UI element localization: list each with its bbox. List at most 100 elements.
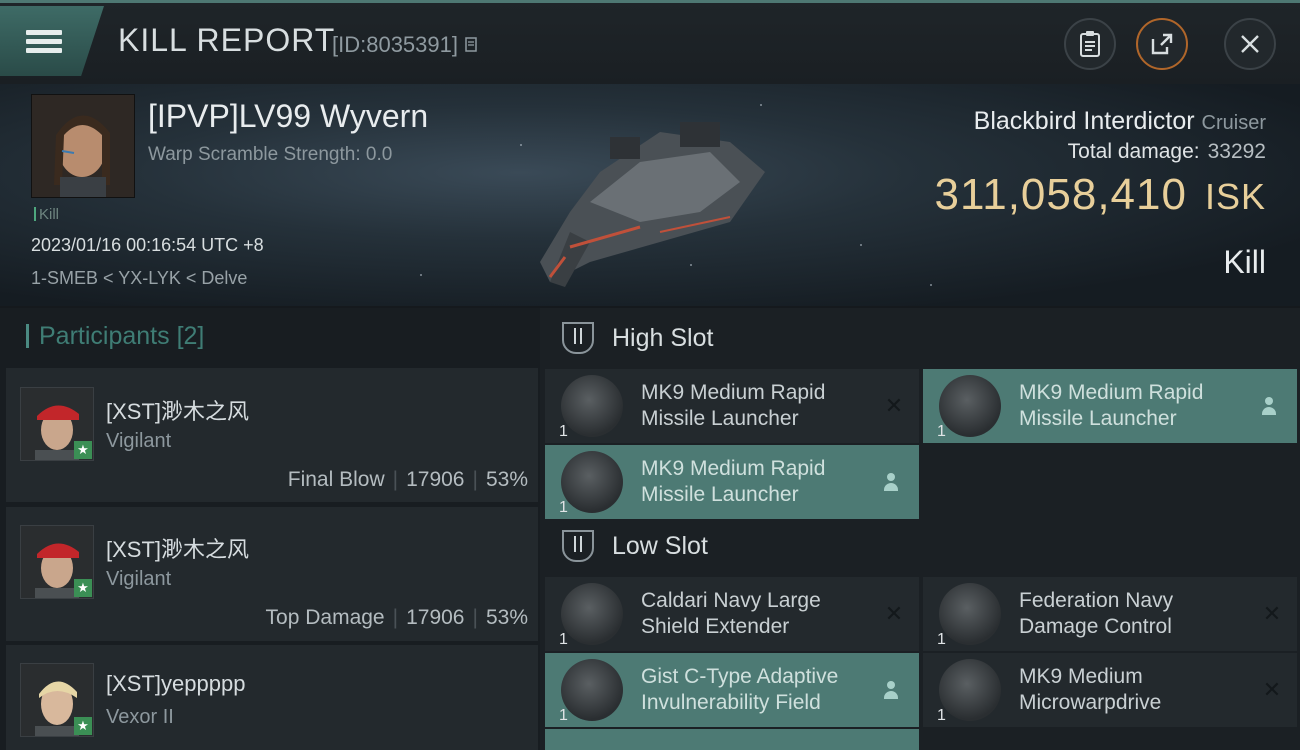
isk-value: 311,058,410 ISK (935, 170, 1266, 220)
share-button[interactable] (1136, 18, 1188, 70)
kill-tag: Kill (34, 206, 59, 223)
clipboard-button[interactable] (1064, 18, 1116, 70)
participant-stats: Top Damage | 17906 | 53% (265, 606, 528, 629)
victim-ship[interactable]: Blackbird Interdictor Cruiser (974, 107, 1266, 136)
missile-launcher-icon: 1 (559, 451, 623, 516)
participants-label: Participants (39, 322, 170, 350)
stat-damage: 17906 (406, 606, 465, 629)
stat-percent: 53% (485, 468, 528, 491)
stat-label: Final Blow (287, 468, 385, 491)
participant-name[interactable]: [XST]渺木之风 (106, 394, 249, 426)
total-damage: Total damage: 33292 (1068, 140, 1266, 164)
participant-avatar[interactable]: ★ (20, 387, 94, 461)
kill-id-text: [ID:8035391] (332, 32, 458, 57)
item-name-line1: MK9 Medium (1019, 665, 1143, 688)
item-name-line1: MK9 Medium Rapid (1019, 381, 1204, 404)
item-quantity: 1 (937, 423, 946, 440)
star-badge-icon: ★ (74, 441, 92, 459)
menu-icon (26, 26, 62, 57)
high-slot-header: High Slot (562, 322, 713, 354)
destroyed-icon: ✕ (884, 601, 904, 626)
item-name-line2: Invulnerability Field (641, 691, 821, 714)
participant-ship: Vigilant (106, 568, 172, 590)
ship-class: Cruiser (1201, 112, 1266, 134)
item-name-line1: MK9 Medium Rapid (641, 381, 826, 404)
item-name-line2: Damage Control (1019, 615, 1172, 638)
kill-id[interactable]: [ID:8035391] (332, 32, 480, 58)
total-damage-label: Total damage: (1067, 140, 1200, 163)
copy-icon[interactable] (464, 36, 480, 54)
fitting-item[interactable]: 1 Federation Navy Damage Control ✕ (923, 577, 1297, 651)
fitting-item[interactable]: 1 MK9 Medium Rapid Missile Launcher (545, 445, 919, 519)
item-name-line2: Missile Launcher (1019, 407, 1177, 430)
ship-name-text: Blackbird Interdictor (973, 107, 1195, 135)
participant-ship: Vigilant (106, 430, 172, 452)
victim-name[interactable]: [IPVP]LV99 Wyvern (148, 98, 428, 135)
isk-amount: 311,058,410 (934, 170, 1187, 219)
participant-name[interactable]: [XST]yeppppp (106, 671, 245, 697)
kill-datetime: 2023/01/16 00:16:54 UTC +8 (31, 235, 264, 255)
item-name-line2: Missile Launcher (641, 483, 799, 506)
fitting-item-partial[interactable] (545, 729, 919, 750)
fitting-item[interactable]: 1 Gist C-Type Adaptive Invulnerability Fi… (545, 653, 919, 727)
ship-render (540, 122, 765, 287)
isk-unit: ISK (1204, 176, 1266, 217)
item-quantity: 1 (937, 707, 946, 724)
destroyed-icon: ✕ (1262, 677, 1282, 702)
dropped-person-icon (883, 473, 899, 491)
destroyed-icon: ✕ (1262, 601, 1282, 626)
victim-portrait[interactable] (31, 94, 135, 198)
low-slot-header: Low Slot (562, 530, 708, 562)
page-title: KILL REPORT (118, 22, 336, 58)
item-name-line1: Federation Navy (1019, 589, 1174, 612)
kill-result: Kill (1223, 244, 1266, 280)
warp-scramble-strength: Warp Scramble Strength: 0.0 (148, 144, 393, 165)
item-name-line1: MK9 Medium Rapid (641, 457, 826, 480)
invulnerability-field-icon: 1 (559, 659, 623, 724)
participant-avatar[interactable]: ★ (20, 663, 94, 737)
kill-location[interactable]: 1-SMEB < YX-LYK < Delve (31, 268, 247, 289)
participant-name[interactable]: [XST]渺木之风 (106, 532, 249, 564)
stat-percent: 53% (485, 606, 528, 629)
dropped-person-icon (1261, 397, 1277, 415)
item-quantity: 1 (559, 631, 568, 648)
item-quantity: 1 (559, 707, 568, 724)
item-quantity: 1 (559, 423, 568, 440)
participant-ship: Vexor II (106, 706, 174, 728)
stat-damage: 17906 (406, 468, 465, 491)
missile-launcher-icon: 1 (559, 375, 623, 440)
fitting-item[interactable]: 1 MK9 Medium Microwarpdrive ✕ (923, 653, 1297, 727)
item-quantity: 1 (937, 631, 946, 648)
item-name-line1: Gist C-Type Adaptive (641, 665, 839, 688)
shield-extender-icon: 1 (559, 583, 623, 648)
participant-avatar[interactable]: ★ (20, 525, 94, 599)
item-name-line2: Shield Extender (641, 615, 790, 638)
total-damage-value: 33292 (1207, 140, 1266, 163)
dropped-person-icon (883, 681, 899, 699)
avatar (32, 95, 134, 197)
damage-control-icon: 1 (937, 583, 1001, 648)
share-icon (1151, 33, 1173, 55)
destroyed-icon: ✕ (884, 393, 904, 418)
item-name-line1: Caldari Navy Large (641, 589, 821, 612)
high-slot-icon (562, 322, 594, 354)
close-button[interactable] (1224, 18, 1276, 70)
high-slot-label: High Slot (612, 323, 714, 352)
participants-header[interactable]: Participants [2] (26, 322, 204, 351)
star-badge-icon: ★ (74, 717, 92, 735)
participants-count: [2] (176, 322, 205, 350)
microwarpdrive-icon: 1 (937, 659, 1001, 724)
clipboard-icon (1080, 31, 1100, 57)
stat-label: Top Damage (265, 606, 385, 629)
item-name-line2: Missile Launcher (641, 407, 799, 430)
star-badge-icon: ★ (74, 579, 92, 597)
missile-launcher-icon: 1 (937, 375, 1001, 440)
participant-stats: Final Blow | 17906 | 53% (287, 468, 528, 491)
item-name-line2: Microwarpdrive (1019, 691, 1162, 714)
low-slot-label: Low Slot (612, 531, 708, 560)
fitting-item[interactable]: 1 Caldari Navy Large Shield Extender ✕ (545, 577, 919, 651)
low-slot-icon (562, 530, 594, 562)
fitting-item[interactable]: 1 MK9 Medium Rapid Missile Launcher ✕ (545, 369, 919, 443)
fitting-item[interactable]: 1 MK9 Medium Rapid Missile Launcher (923, 369, 1297, 443)
close-icon (1241, 35, 1259, 53)
